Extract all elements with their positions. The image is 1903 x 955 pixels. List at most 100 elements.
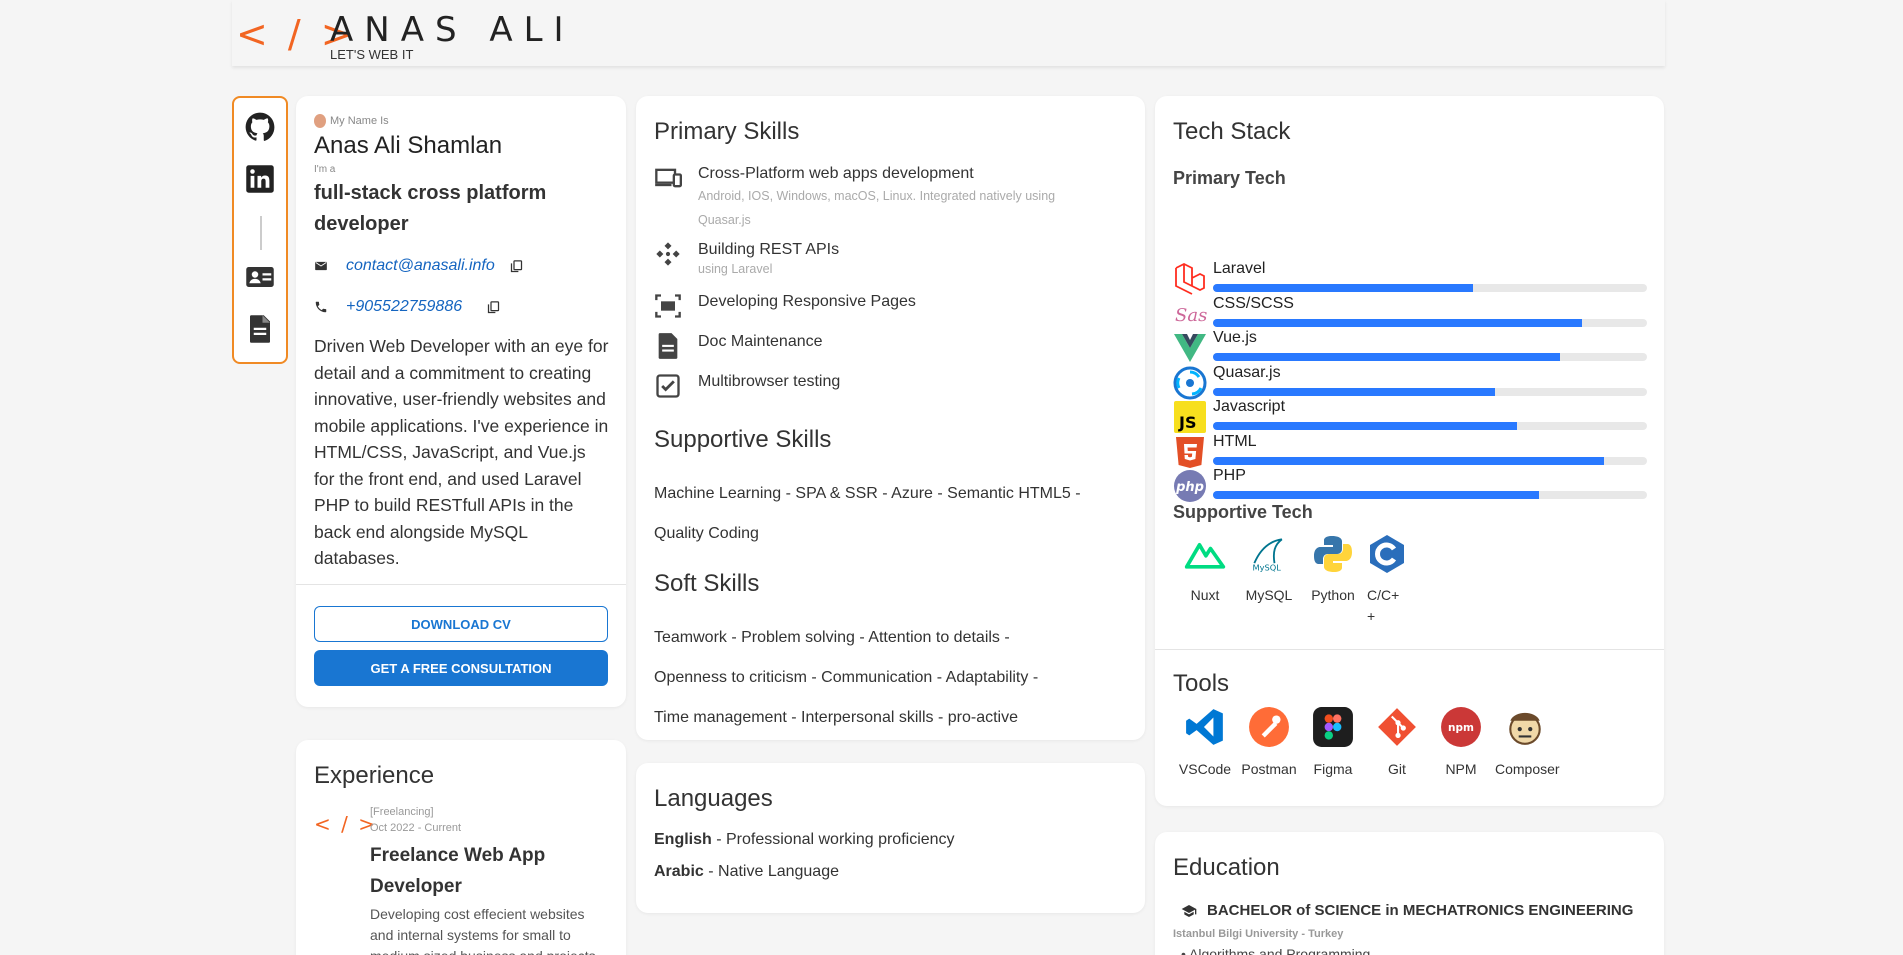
experience-role: Freelance Web App Developer [370, 845, 546, 897]
responsive-icon [655, 294, 681, 318]
tech-tile-nuxt: Nuxt [1175, 534, 1235, 606]
checkbox-icon [656, 374, 680, 398]
tech-level-fill [1213, 353, 1561, 361]
tech-name: Laravel [1213, 260, 1266, 277]
tech-name: Quasar.js [1213, 363, 1281, 381]
supportive-skills-line: Quality Coding [654, 525, 759, 542]
divider [296, 584, 626, 585]
logo-tagline: LET'S WEB IT [330, 47, 414, 62]
soft-skills-title: Soft Skills [654, 570, 760, 597]
tech-stack-title: Tech Stack [1173, 118, 1291, 145]
profile-role: full-stack cross platform developer [314, 182, 547, 235]
skill-title: Doc Maintenance [698, 333, 823, 350]
svg-text:Sass: Sass [1175, 305, 1207, 326]
tool-tile-git: Git [1367, 706, 1427, 780]
nuxt-icon [1184, 542, 1226, 569]
course-name: Algorithms and Programming [1189, 946, 1371, 955]
languages-title: Languages [654, 785, 773, 812]
composer-icon [1509, 712, 1541, 745]
sass-icon: Sass [1173, 297, 1217, 331]
tech-tile-python: Python [1303, 534, 1363, 606]
tech-name: PHP [1213, 467, 1246, 484]
tool-label: NPM [1445, 761, 1477, 777]
skill-subtitle: using Laravel [698, 262, 773, 276]
profile-card: My Name Is Anas Ali Shamlan I'm a full-s… [296, 96, 626, 707]
avatar [314, 114, 326, 128]
python-icon [1314, 536, 1352, 572]
skill-title: Multibrowser testing [698, 373, 841, 390]
cpp-icon [1370, 535, 1404, 573]
logo-name[interactable]: ANAS ALI [330, 10, 575, 50]
devices-icon [655, 168, 682, 188]
phone-link[interactable]: +905522759886 [346, 298, 462, 316]
linkedin-icon[interactable] [245, 164, 275, 194]
quasar-icon [1173, 366, 1207, 400]
download-cv-button[interactable]: DOWNLOAD CV [314, 606, 608, 642]
tech-row: php PHP [1173, 467, 1647, 507]
language-level: - Professional working proficiency [711, 831, 955, 848]
experience-period: Oct 2022 - Current [370, 822, 462, 834]
skill-item: Doc Maintenance [654, 332, 823, 360]
tech-label: Python [1311, 587, 1355, 603]
tech-level-bar [1213, 353, 1647, 361]
tech-level-bar [1213, 422, 1647, 430]
degree-row: BACHELOR of SCIENCE in MECHATRONICS ENGI… [1181, 902, 1633, 919]
document-icon[interactable] [245, 314, 275, 344]
skill-item: Cross-Platform web apps development Andr… [654, 164, 1098, 232]
skill-title: Building REST APIs [698, 241, 840, 258]
language-name: Arabic [654, 863, 704, 880]
supportive-tech-title: Supportive Tech [1173, 502, 1313, 522]
soft-skills-line: Teamwork - Problem solving - Attention t… [654, 629, 1010, 646]
tech-level-fill [1213, 318, 1582, 327]
education-card: Education BACHELOR of SCIENCE in MECHATR… [1155, 832, 1664, 955]
email-icon [315, 261, 327, 271]
copy-phone-icon[interactable] [486, 300, 501, 315]
consultation-button[interactable]: GET A FREE CONSULTATION [314, 650, 608, 686]
degree-name: BACHELOR of SCIENCE in MECHATRONICS ENGI… [1207, 902, 1634, 919]
experience-card: Experience < / > [Freelancing] Oct 2022 … [296, 740, 626, 955]
tool-tile-composer: Composer [1495, 706, 1560, 780]
social-divider [260, 216, 262, 250]
laravel-icon [1173, 262, 1207, 296]
social-sidebar [232, 96, 288, 364]
vue-icon [1173, 331, 1207, 365]
skill-subtitle: Android, IOS, Windows, macOS, Linux. Int… [698, 189, 1056, 227]
tool-tile-postman: Postman [1239, 706, 1299, 780]
github-icon[interactable] [245, 112, 275, 142]
svg-text:php: php [1175, 480, 1204, 495]
tool-label: Composer [1495, 761, 1560, 777]
profile-name: Anas Ali Shamlan [314, 132, 503, 159]
experience-desc: Developing cost effecient websites and i… [370, 906, 596, 955]
tech-tile-cpp: C/C++ [1367, 534, 1427, 627]
phone-row: +905522759886 [314, 295, 501, 319]
supportive-skills-line: Machine Learning - SPA & SSR - Azure - S… [654, 485, 1081, 502]
svg-text:MySQL: MySQL [1253, 563, 1282, 573]
tech-level-fill [1213, 387, 1496, 396]
graduation-cap-icon [1181, 904, 1197, 917]
javascript-icon: JS [1173, 400, 1207, 434]
tool-label: Figma [1313, 761, 1353, 777]
git-icon [1378, 708, 1416, 746]
experience-type: [Freelancing] [370, 806, 434, 818]
doc-icon [658, 333, 678, 359]
course-item: • Algorithms and Programming [1181, 946, 1370, 955]
bullet: • [1181, 946, 1190, 955]
svg-text:npm: npm [1448, 722, 1474, 734]
site-header: < / > ANAS ALI LET'S WEB IT [232, 0, 1665, 66]
tech-name: CSS/SCSS [1213, 294, 1294, 312]
supportive-skills-title: Supportive Skills [654, 426, 832, 453]
html5-icon [1173, 435, 1207, 469]
language-name: English [654, 831, 712, 848]
contact-card-icon[interactable] [245, 262, 275, 292]
tool-tile-npm: npm NPM [1431, 706, 1491, 780]
tech-level-bar [1213, 456, 1647, 465]
email-link[interactable]: contact@anasali.info [346, 257, 495, 275]
language-level: - Native Language [703, 863, 839, 880]
tech-level-bar [1213, 318, 1647, 327]
tool-label: Postman [1241, 761, 1297, 777]
tech-name: Javascript [1213, 398, 1286, 415]
name-caption-row: My Name Is [314, 114, 389, 128]
npm-icon: npm [1441, 707, 1481, 747]
copy-email-icon[interactable] [509, 259, 524, 274]
skill-item: Building REST APIs using Laravel [654, 240, 839, 278]
